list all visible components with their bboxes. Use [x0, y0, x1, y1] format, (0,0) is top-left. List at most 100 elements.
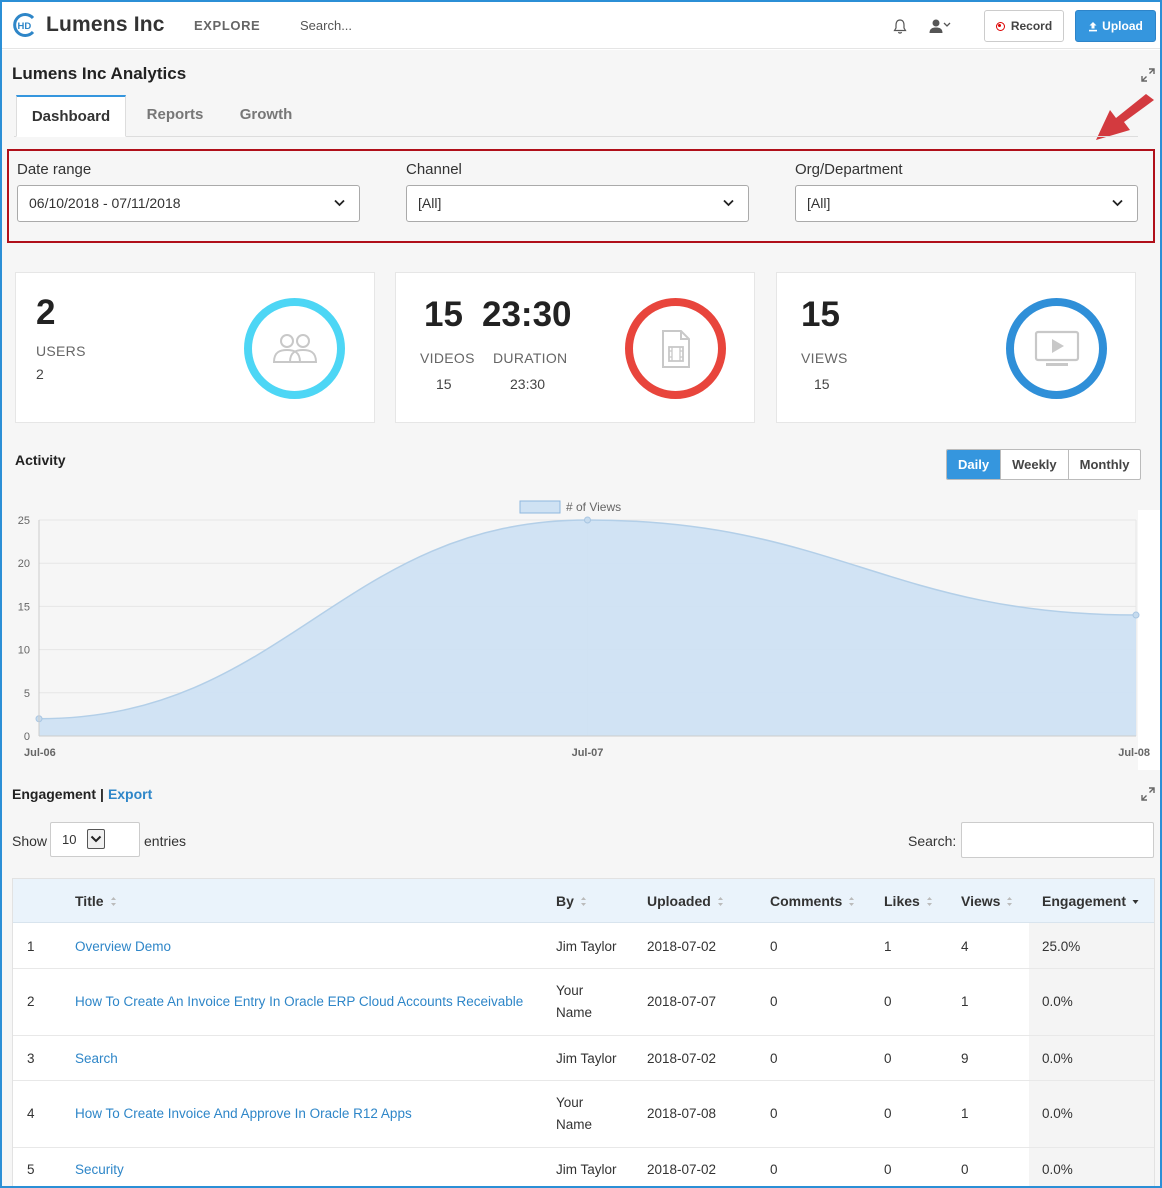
row-number: 4	[27, 1106, 35, 1121]
likes-cell: 0	[884, 1051, 892, 1066]
video-title-link[interactable]: How To Create An Invoice Entry In Oracle…	[75, 994, 523, 1009]
export-link[interactable]: Export	[108, 786, 152, 802]
video-file-icon	[661, 329, 690, 368]
tab-reports[interactable]: Reports	[134, 95, 216, 137]
org-department-value: [All]	[807, 195, 831, 211]
top-navbar: HD Lumens Inc EXPLORE Record Upload	[2, 2, 1160, 49]
expand-icon[interactable]	[1141, 787, 1155, 801]
views-card: 15 VIEWS 15	[776, 272, 1136, 423]
table-row: 4 How To Create Invoice And Approve In O…	[13, 1081, 1154, 1148]
chevron-down-icon	[334, 199, 345, 207]
users-card: 2 USERS 2	[15, 272, 375, 423]
page-length-value: 10	[62, 832, 77, 847]
table-search-input[interactable]	[961, 822, 1154, 858]
x-tick-label: Jul-07	[572, 747, 604, 759]
videos-label: VIDEOS	[420, 350, 475, 366]
col-title[interactable]: Title	[75, 893, 117, 909]
videos-card: 15 23:30 VIDEOS DURATION 15 23:30	[395, 272, 755, 423]
views-cell: 0	[961, 1162, 969, 1177]
upload-button-label: Upload	[1102, 19, 1143, 33]
comments-cell: 0	[770, 1051, 778, 1066]
brand-name[interactable]: Lumens Inc	[46, 13, 165, 37]
y-tick-label: 5	[24, 688, 30, 700]
table-row: 5 Security Jim Taylor 2018-07-02 0 0 0 0…	[13, 1148, 1154, 1187]
duration-big-number: 23:30	[482, 295, 572, 334]
users-icon	[272, 333, 317, 363]
period-monthly-button[interactable]: Monthly	[1067, 450, 1141, 479]
chevron-down-icon	[90, 835, 102, 843]
user-menu-icon[interactable]	[928, 18, 952, 35]
chevron-down-icon	[1112, 199, 1123, 207]
main-content: Lumens Inc Analytics Dashboard Reports G…	[2, 50, 1160, 1188]
views-big-number: 15	[801, 295, 840, 334]
videos-big-number: 15	[424, 295, 463, 334]
row-number: 3	[27, 1051, 35, 1066]
channel-value: [All]	[418, 195, 442, 211]
date-range-label: Date range	[17, 161, 92, 178]
by-cell: Jim Taylor	[556, 939, 617, 954]
video-title-link[interactable]: Overview Demo	[75, 939, 171, 954]
col-engagement[interactable]: Engagement	[1042, 893, 1139, 909]
page-length-select[interactable]: 10	[50, 822, 140, 857]
explore-link[interactable]: EXPLORE	[194, 18, 260, 33]
legend-swatch	[519, 500, 561, 514]
channel-label: Channel	[406, 161, 462, 178]
views-label: VIEWS	[801, 350, 848, 366]
videos-ring	[625, 298, 726, 399]
sort-desc-icon	[1132, 899, 1139, 904]
x-tick-label: Jul-06	[24, 747, 56, 759]
channel-select[interactable]: [All]	[406, 185, 749, 222]
period-weekly-button[interactable]: Weekly	[1000, 450, 1068, 479]
col-by[interactable]: By	[556, 893, 587, 909]
page-title: Lumens Inc Analytics	[12, 64, 187, 83]
row-number: 2	[27, 994, 35, 1009]
period-toggle: Daily Weekly Monthly	[946, 449, 1142, 480]
sort-icon	[1007, 896, 1013, 906]
date-range-select[interactable]: 06/10/2018 - 07/11/2018	[17, 185, 360, 222]
activity-chart: 0 5 10 15 20 25 Jul-06 Jul-07 Jul-08 # of Views	[2, 500, 1160, 770]
tab-growth[interactable]: Growth	[226, 95, 306, 137]
chevron-down-icon	[723, 199, 734, 207]
record-button-label: Record	[1010, 19, 1053, 33]
org-department-select[interactable]: [All]	[795, 185, 1138, 222]
sort-icon	[849, 896, 855, 906]
row-number: 5	[27, 1162, 35, 1177]
filter-panel: Date range 06/10/2018 - 07/11/2018 Chann…	[7, 149, 1155, 243]
users-value: 2	[36, 366, 44, 382]
table-row: 1 Overview Demo Jim Taylor 2018-07-02 0 …	[13, 924, 1154, 969]
engagement-cell: 0.0%	[1042, 1106, 1073, 1121]
tab-dashboard[interactable]: Dashboard	[16, 95, 126, 137]
duration-value: 23:30	[510, 376, 546, 392]
engagement-table: Title By Uploaded Comments Likes Views E…	[12, 878, 1155, 1188]
video-title-link[interactable]: Search	[75, 1051, 118, 1066]
users-big-number: 2	[36, 293, 56, 332]
x-tick-label: Jul-08	[1118, 747, 1150, 759]
period-daily-button[interactable]: Daily	[947, 450, 1001, 479]
col-views[interactable]: Views	[961, 893, 1013, 909]
legend-label: # of Views	[566, 500, 621, 514]
video-title-link[interactable]: How To Create Invoice And Approve In Ora…	[75, 1106, 412, 1121]
global-search-input[interactable]	[300, 12, 580, 38]
y-tick-label: 0	[24, 731, 30, 743]
engagement-header: Engagement | Export	[12, 786, 152, 802]
comments-cell: 0	[770, 1162, 778, 1177]
page-length-dropdown[interactable]	[87, 829, 105, 849]
by-cell: Your Name	[556, 983, 593, 1020]
engagement-title: Engagement	[12, 786, 97, 802]
sort-icon	[580, 896, 586, 906]
col-uploaded[interactable]: Uploaded	[647, 893, 724, 909]
users-label: USERS	[36, 343, 86, 359]
row-number: 1	[27, 939, 35, 954]
hd-logo-icon[interactable]: HD	[12, 12, 38, 38]
video-title-link[interactable]: Security	[75, 1162, 124, 1177]
uploaded-cell: 2018-07-02	[647, 939, 717, 954]
upload-button[interactable]: Upload	[1075, 10, 1156, 42]
comments-cell: 0	[770, 1106, 778, 1121]
uploaded-cell: 2018-07-08	[647, 1106, 717, 1121]
col-comments[interactable]: Comments	[770, 893, 855, 909]
bell-icon[interactable]	[892, 18, 908, 35]
record-button[interactable]: Record	[984, 10, 1064, 42]
col-likes[interactable]: Likes	[884, 893, 933, 909]
table-row: 2 How To Create An Invoice Entry In Orac…	[13, 969, 1154, 1036]
expand-icon[interactable]	[1141, 68, 1155, 82]
